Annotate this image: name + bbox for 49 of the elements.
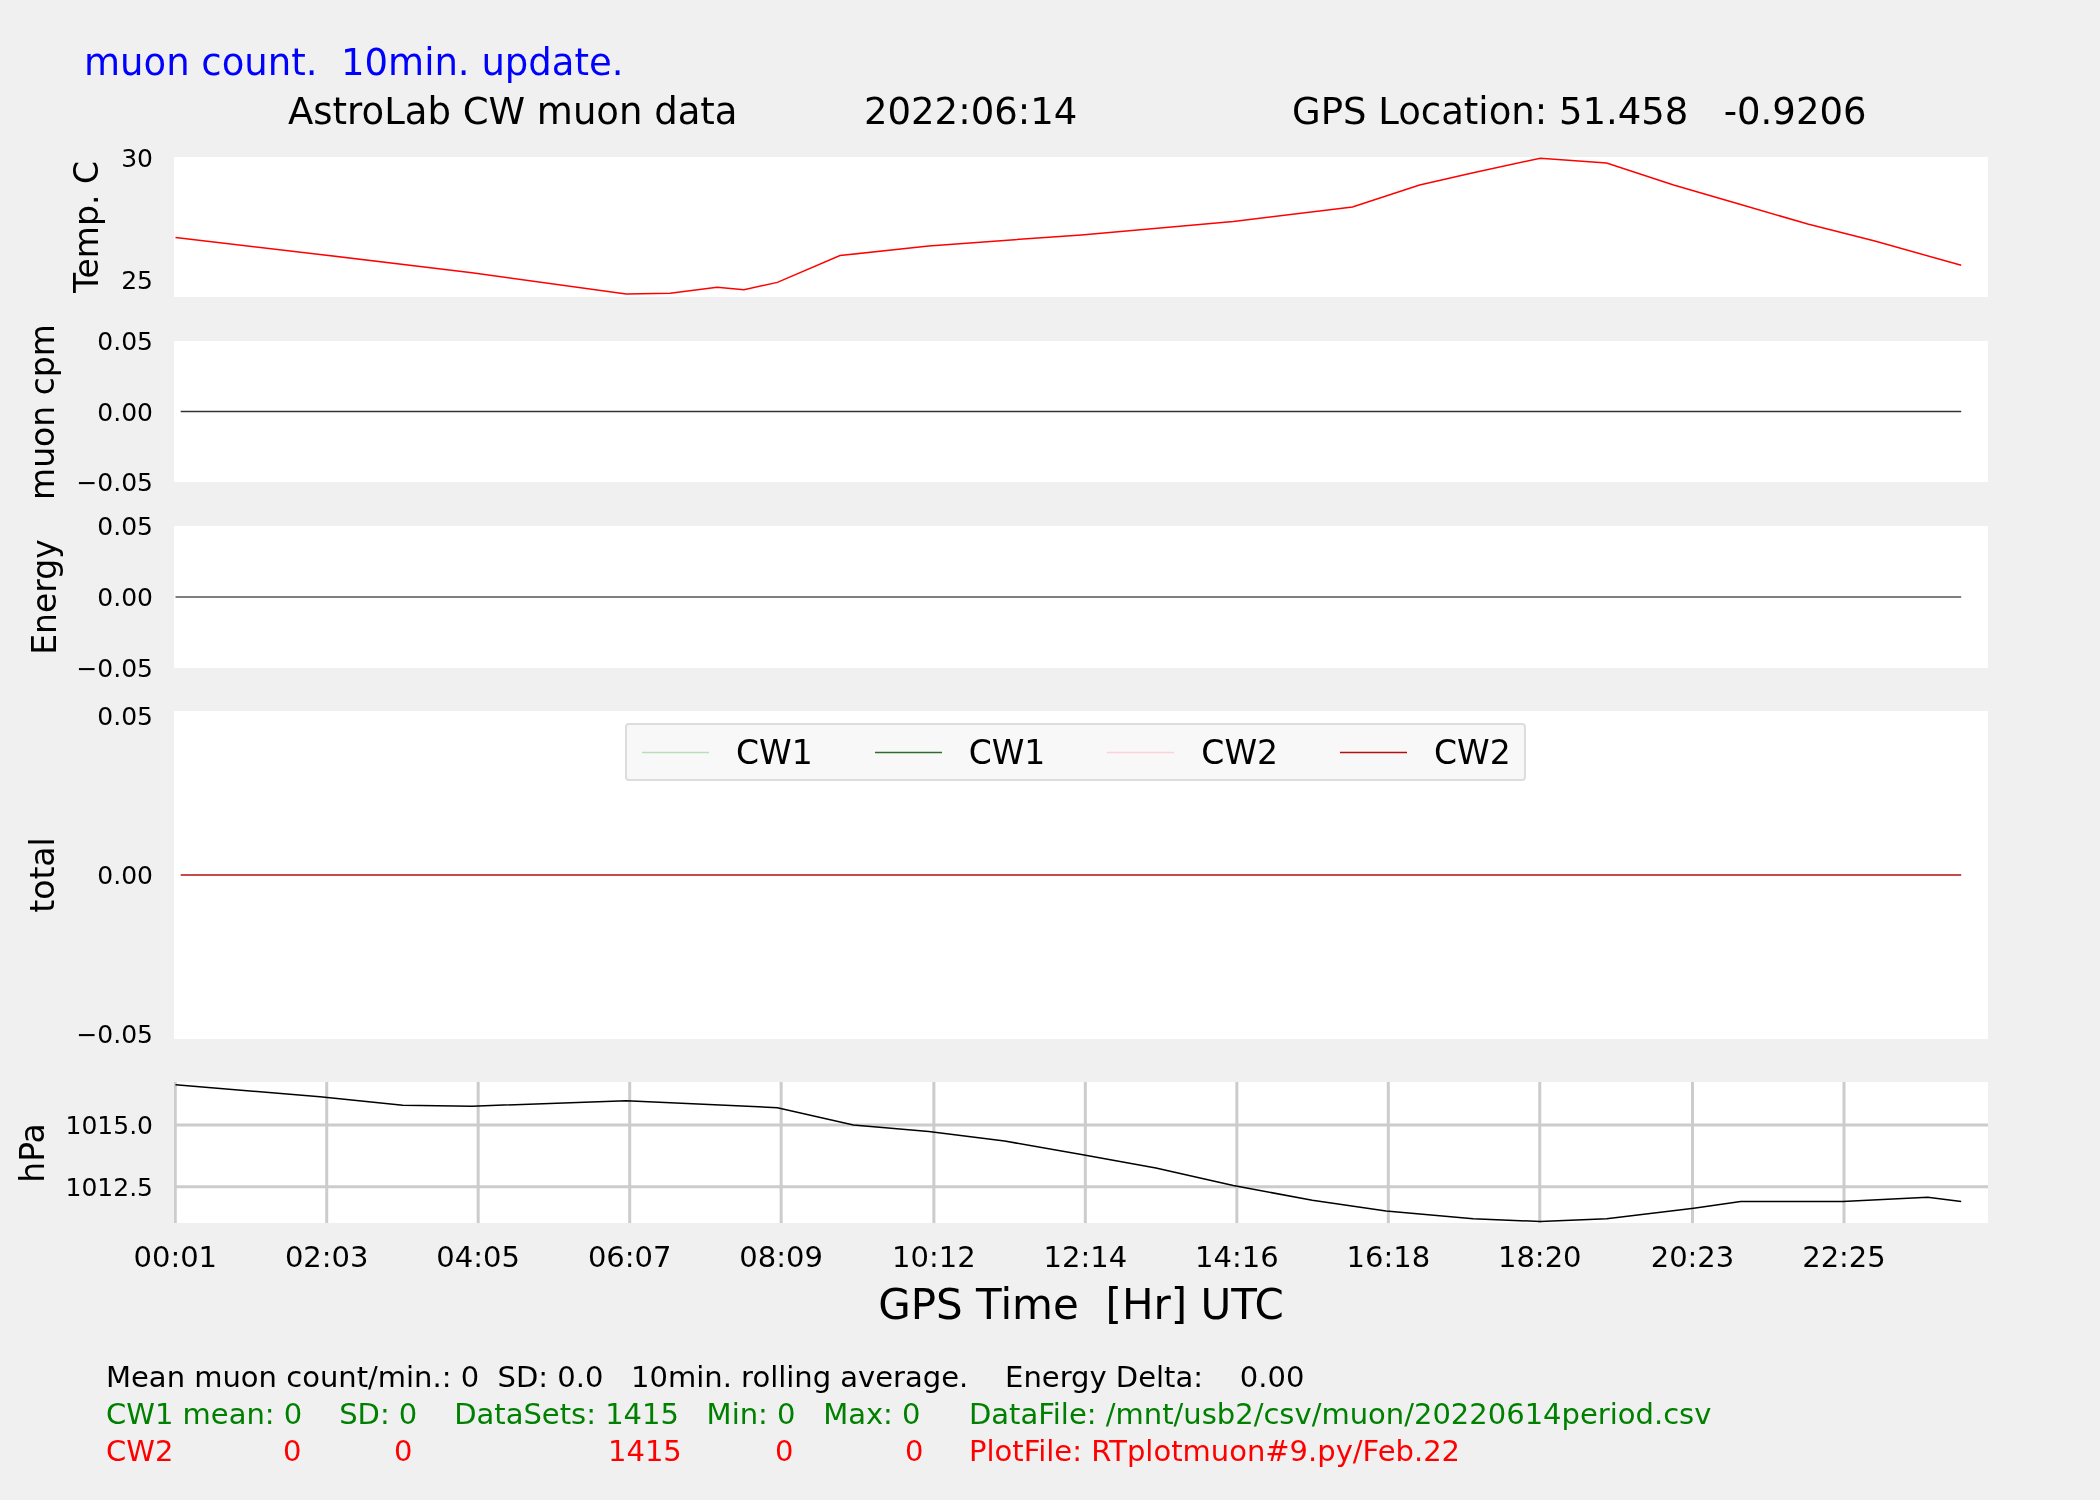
stats-text: CW1 mean: 0 SD: 0 DataSets: 1415 Min: 0 Max: 0 [106,1396,921,1433]
tick-label: 1015.0 [65,1112,153,1138]
tick-label: −0.05 [76,1021,153,1047]
tick-label: 12:14 [1043,1240,1128,1274]
legend-label: CW1 [736,735,813,769]
summary-text: Mean muon count/min.: 0 SD: 0.0 10min. rolling average. Energy Delta: 0.00 [106,1359,1305,1396]
tick-label: 30 [121,145,153,171]
chart-title: AstroLab CW muon data [288,90,738,134]
tick-label: 0.05 [97,513,153,539]
tick-label: 22:25 [1802,1240,1886,1274]
tick-label: 0.05 [97,328,153,354]
tick-label: 0.00 [97,862,153,888]
date-text: 2022:06:14 [864,90,1078,134]
tick-label: −0.05 [76,655,153,681]
tick-label: 25 [121,267,153,293]
axis-title: hPa [15,1122,49,1183]
stats-value: 0 [394,1433,413,1470]
axis-title: Temp. C [69,161,103,293]
axis-title: GPS Time [Hr] UTC [878,1281,1284,1329]
axis-title: total [25,837,59,913]
stats-value: 0 [905,1433,924,1470]
tick-label: 10:12 [892,1240,976,1274]
axis-title: Energy [27,539,61,655]
tick-label: 14:16 [1195,1240,1279,1274]
stats-value: 0 [775,1433,794,1470]
subtitle: muon count. 10min. update. [84,41,624,85]
tick-label: 06:07 [587,1240,672,1274]
tick-label: −0.05 [76,469,153,495]
tick-label: 04:05 [436,1240,520,1274]
legend-label: CW2 [1434,735,1511,769]
stats-value: 0 [283,1433,302,1470]
file-path: PlotFile: RTplotmuon#9.py/Feb.22 [969,1433,1461,1470]
tick-label: 0.00 [97,399,153,424]
location-text: GPS Location: 51.458 -0.9206 [1292,90,1867,134]
tick-label: 1012.5 [65,1174,153,1200]
tick-label: 00:01 [133,1240,218,1274]
tick-label: 0.00 [97,584,153,610]
file-path: DataFile: /mnt/usb2/csv/muon/20220614period.csv [969,1396,1712,1433]
tick-label: 20:23 [1650,1240,1735,1274]
legend-label: CW2 [1201,735,1278,769]
tick-label: 0.05 [97,703,153,729]
tick-label: 08:09 [739,1240,823,1274]
tick-label: 18:20 [1497,1240,1582,1274]
tick-label: 16:18 [1346,1240,1431,1274]
legend-label: CW1 [968,735,1046,769]
tick-label: 02:03 [284,1240,369,1274]
stats-value: 1415 [608,1433,682,1470]
axis-title: muon cpm [25,323,59,500]
stats-value: CW2 [106,1433,174,1470]
